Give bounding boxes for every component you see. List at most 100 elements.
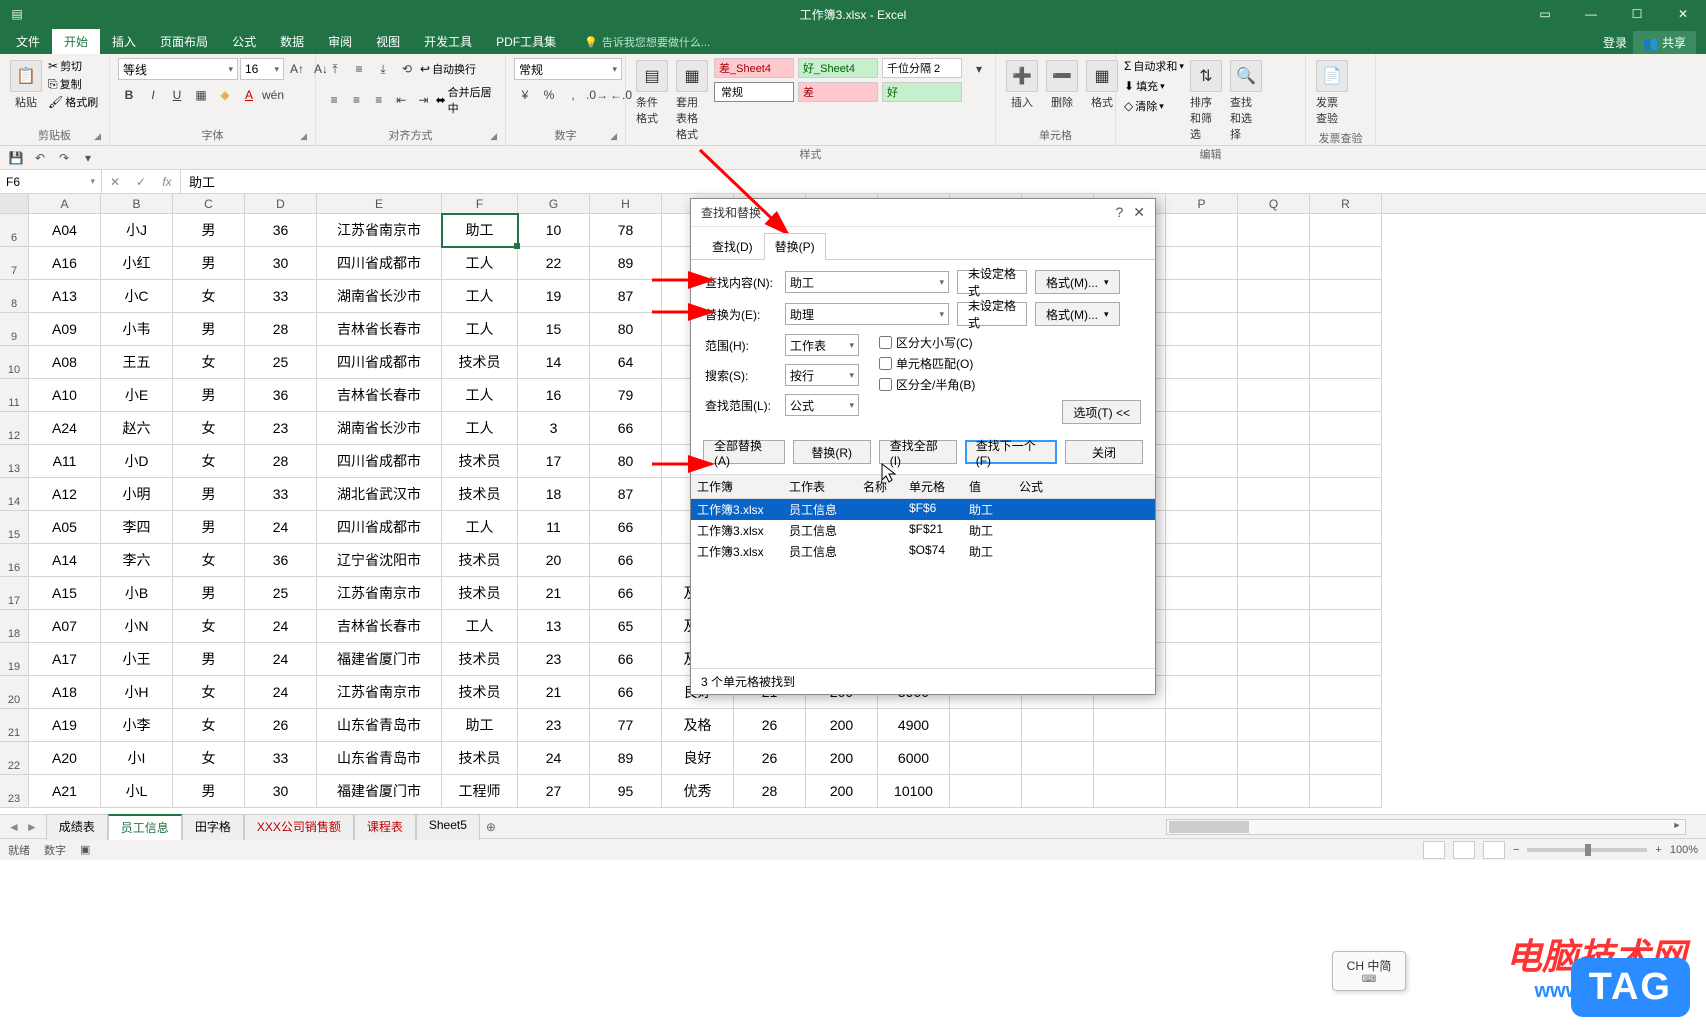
col-header[interactable]: C <box>173 194 245 213</box>
cell[interactable] <box>1166 709 1238 742</box>
cell[interactable] <box>1166 313 1238 346</box>
row-header[interactable]: 21 <box>0 709 29 742</box>
cell[interactable]: A18 <box>29 676 101 709</box>
save-icon[interactable]: 💾 <box>6 148 26 168</box>
cell[interactable]: 技术员 <box>442 544 518 577</box>
cell[interactable] <box>1166 214 1238 247</box>
cell[interactable]: A19 <box>29 709 101 742</box>
cell[interactable]: 89 <box>590 247 662 280</box>
dialog-close-icon[interactable]: ✕ <box>1133 204 1145 221</box>
cell[interactable]: 女 <box>173 610 245 643</box>
cell[interactable]: 23 <box>245 412 317 445</box>
cell[interactable]: A08 <box>29 346 101 379</box>
format-painter-button[interactable]: 🖌格式刷 <box>48 94 98 110</box>
cell[interactable] <box>1022 775 1094 808</box>
style-bad[interactable]: 差_Sheet4 <box>714 58 794 78</box>
cell[interactable] <box>1238 445 1310 478</box>
cell[interactable]: 山东省青岛市 <box>317 709 442 742</box>
cell[interactable]: 小D <box>101 445 173 478</box>
fill-color-button[interactable]: ◆ <box>214 84 236 106</box>
cell[interactable]: 良好 <box>662 742 734 775</box>
cut-button[interactable]: ✂剪切 <box>48 58 98 74</box>
cell[interactable]: 助工 <box>442 214 518 247</box>
clear-button[interactable]: ◇清除▾ <box>1124 98 1184 114</box>
align-right-icon[interactable]: ≡ <box>369 89 389 111</box>
horizontal-scrollbar[interactable]: ◄► <box>1166 819 1686 835</box>
row-header[interactable]: 11 <box>0 379 29 412</box>
cell[interactable] <box>1310 544 1382 577</box>
sheet-tab[interactable]: 课程表 <box>354 814 416 840</box>
orientation-icon[interactable]: ⟲ <box>396 58 418 80</box>
search-combo[interactable]: 按行▾ <box>785 364 859 386</box>
cell[interactable] <box>950 775 1022 808</box>
cell[interactable]: 小H <box>101 676 173 709</box>
delete-cells-button[interactable]: ➖删除 <box>1044 58 1080 112</box>
style-good[interactable]: 好_Sheet4 <box>798 58 878 78</box>
cell[interactable] <box>1166 247 1238 280</box>
cell[interactable]: 13 <box>518 610 590 643</box>
cell[interactable] <box>1166 280 1238 313</box>
match-width-checkbox[interactable] <box>879 378 892 391</box>
cell[interactable]: 吉林省长春市 <box>317 313 442 346</box>
cell[interactable] <box>1310 280 1382 313</box>
dialog-tab-replace[interactable]: 替换(P) <box>764 233 826 260</box>
row-header[interactable]: 6 <box>0 214 29 247</box>
cell[interactable]: 小J <box>101 214 173 247</box>
align-center-icon[interactable]: ≡ <box>346 89 366 111</box>
cell[interactable] <box>950 709 1022 742</box>
redo-icon[interactable]: ↷ <box>54 148 74 168</box>
cell[interactable]: 6000 <box>878 742 950 775</box>
cell[interactable] <box>1166 742 1238 775</box>
align-top-icon[interactable]: ⤒ <box>324 58 346 80</box>
cell[interactable] <box>1238 643 1310 676</box>
col-header[interactable]: H <box>590 194 662 213</box>
col-header[interactable]: D <box>245 194 317 213</box>
scope-combo[interactable]: 工作表▾ <box>785 334 859 356</box>
cell[interactable]: 江苏省南京市 <box>317 577 442 610</box>
percent-icon[interactable]: % <box>538 84 560 106</box>
formula-input[interactable]: 助工 <box>181 172 1706 191</box>
dialog-launcher-icon[interactable]: ◢ <box>300 131 307 142</box>
cell[interactable]: 30 <box>245 775 317 808</box>
cell[interactable] <box>1238 214 1310 247</box>
sheet-tab[interactable]: Sheet5 <box>416 814 480 840</box>
cell[interactable]: 小N <box>101 610 173 643</box>
cell[interactable] <box>1022 709 1094 742</box>
sheet-tab[interactable]: 成绩表 <box>46 814 108 840</box>
cell[interactable]: 男 <box>173 247 245 280</box>
cell[interactable]: 四川省成都市 <box>317 445 442 478</box>
cell[interactable]: A24 <box>29 412 101 445</box>
replace-format-button[interactable]: 格式(M)...▾ <box>1035 302 1120 326</box>
cell[interactable] <box>1094 709 1166 742</box>
cell[interactable]: 江苏省南京市 <box>317 676 442 709</box>
ribbon-options-icon[interactable]: ▭ <box>1522 0 1568 28</box>
cell[interactable] <box>1238 709 1310 742</box>
cell[interactable] <box>950 742 1022 775</box>
cell[interactable]: 湖北省武汉市 <box>317 478 442 511</box>
cell[interactable]: 24 <box>245 643 317 676</box>
cell[interactable] <box>1022 742 1094 775</box>
cell[interactable] <box>1310 247 1382 280</box>
autosum-button[interactable]: Σ自动求和▾ <box>1124 58 1184 74</box>
tab-pdf[interactable]: PDF工具集 <box>484 29 568 54</box>
cell[interactable]: 女 <box>173 544 245 577</box>
cell[interactable]: 21 <box>518 577 590 610</box>
find-next-button[interactable]: 查找下一个(F) <box>965 440 1057 464</box>
tab-view[interactable]: 视图 <box>364 29 412 54</box>
cell[interactable]: 64 <box>590 346 662 379</box>
cell[interactable]: 33 <box>245 742 317 775</box>
cell[interactable] <box>1310 742 1382 775</box>
format-as-table-button[interactable]: ▦套用表格格式 <box>674 58 710 144</box>
font-name-combo[interactable]: 等线▾ <box>118 58 238 80</box>
cell[interactable]: 3 <box>518 412 590 445</box>
dialog-tab-find[interactable]: 查找(D) <box>701 233 764 260</box>
cell[interactable]: 18 <box>518 478 590 511</box>
cell[interactable]: 26 <box>245 709 317 742</box>
cell[interactable] <box>1310 346 1382 379</box>
insert-cells-button[interactable]: ➕插入 <box>1004 58 1040 112</box>
cell[interactable]: 19 <box>518 280 590 313</box>
cell[interactable] <box>1238 280 1310 313</box>
invoice-check-button[interactable]: 📄发票查验 <box>1314 58 1350 128</box>
cell[interactable]: 工人 <box>442 511 518 544</box>
cell[interactable]: 技术员 <box>442 577 518 610</box>
